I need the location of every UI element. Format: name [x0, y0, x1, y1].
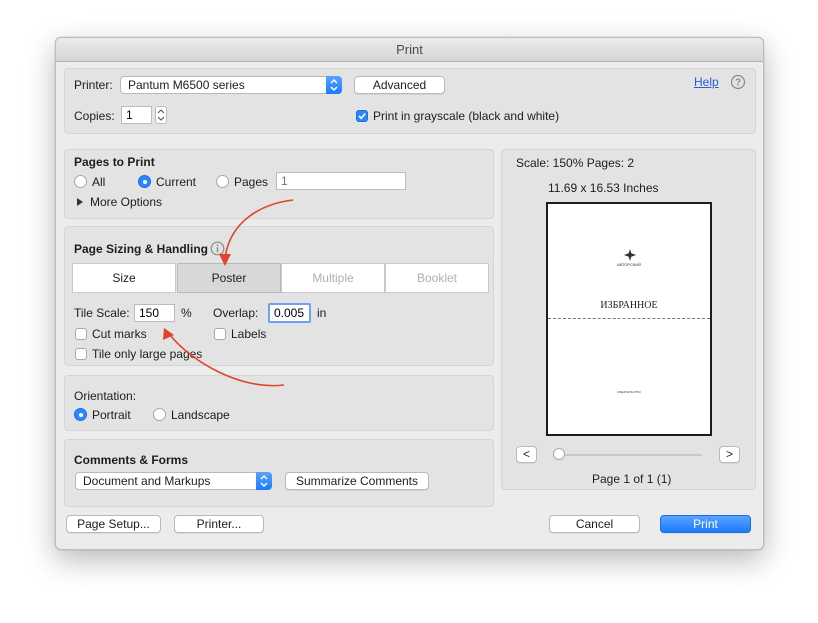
orientation-title: Orientation:	[74, 389, 137, 403]
pages-to-print-title: Pages to Print	[74, 155, 155, 169]
comments-forms-select[interactable]: Document and Markups	[75, 472, 272, 490]
preview-size-text: 11.69 x 16.53 Inches	[548, 181, 659, 195]
svg-text:?: ?	[735, 78, 741, 89]
print-dialog: Print Printer: Pantum M6500 series Advan…	[55, 37, 764, 550]
pages-range-label: Pages	[234, 175, 269, 189]
overlap-unit: in	[317, 306, 327, 320]
printer-select-value: Pantum M6500 series	[128, 78, 245, 92]
overlap-input[interactable]	[268, 303, 311, 323]
tile-only-large-label: Tile only large pages	[92, 347, 203, 361]
advanced-button[interactable]: Advanced	[354, 76, 445, 94]
printer-select[interactable]: Pantum M6500 series	[120, 76, 342, 94]
orientation-group	[64, 375, 494, 431]
disclosure-triangle-icon[interactable]	[76, 196, 84, 210]
tab-poster[interactable]: Poster	[177, 263, 281, 293]
pages-range-radio[interactable]	[216, 175, 229, 188]
preview-doc-footer: ИЗДАТЕЛЬСТВО	[617, 390, 641, 394]
prev-page-button[interactable]: <	[516, 446, 537, 463]
tile-scale-unit: %	[181, 306, 192, 320]
preview-scale-text: Scale: 150% Pages: 2	[516, 156, 635, 170]
comments-forms-select-value: Document and Markups	[83, 474, 211, 488]
overlap-label: Overlap:	[213, 306, 259, 320]
page-sizing-title: Page Sizing & Handling	[74, 242, 209, 256]
page-indicator: Page 1 of 1 (1)	[592, 472, 672, 486]
preview-doc-publisher: АВТОРСКИЙ	[616, 262, 642, 267]
print-button[interactable]: Print	[660, 515, 751, 533]
summarize-comments-button[interactable]: Summarize Comments	[285, 472, 429, 490]
printer-button[interactable]: Printer...	[174, 515, 264, 533]
preview-page: АВТОРСКИЙ ИЗБРАННОЕ ИЗДАТЕЛЬСТВО	[546, 202, 712, 436]
cut-marks-label: Cut marks	[92, 327, 147, 341]
grayscale-label: Print in grayscale (black and white)	[373, 109, 560, 123]
tab-booklet[interactable]: Booklet	[385, 263, 489, 293]
copies-field[interactable]	[121, 106, 152, 124]
printer-label: Printer:	[74, 78, 113, 92]
page-slider-track[interactable]	[556, 454, 702, 456]
pages-range-input[interactable]	[276, 172, 406, 190]
page-setup-button[interactable]: Page Setup...	[66, 515, 161, 533]
tile-scale-label: Tile Scale:	[74, 306, 130, 320]
chevron-updown-icon	[256, 472, 272, 490]
help-link[interactable]: Help	[694, 75, 719, 89]
chevron-updown-icon	[326, 76, 342, 94]
copies-label: Copies:	[74, 109, 115, 123]
portrait-label: Portrait	[92, 408, 131, 422]
copies-stepper[interactable]	[155, 106, 167, 124]
tab-multiple[interactable]: Multiple	[281, 263, 385, 293]
tab-size[interactable]: Size	[72, 263, 176, 293]
page-slider-knob[interactable]	[553, 448, 565, 460]
labels-label: Labels	[231, 327, 267, 341]
pages-all-label: All	[92, 175, 106, 189]
comments-forms-title: Comments & Forms	[74, 453, 189, 467]
labels-checkbox[interactable]	[214, 328, 226, 340]
more-options-label[interactable]: More Options	[90, 195, 162, 209]
tile-only-large-checkbox[interactable]	[75, 348, 87, 360]
next-page-button[interactable]: >	[719, 446, 740, 463]
cut-marks-checkbox[interactable]	[75, 328, 87, 340]
grayscale-checkbox[interactable]	[356, 110, 368, 122]
pages-current-radio[interactable]	[138, 175, 151, 188]
landscape-label: Landscape	[171, 408, 230, 422]
preview-doc-title: ИЗБРАННОЕ	[600, 300, 658, 311]
tile-scale-input[interactable]	[134, 304, 175, 322]
pages-current-label: Current	[156, 175, 197, 189]
tile-split-line	[548, 318, 710, 319]
pages-all-radio[interactable]	[74, 175, 87, 188]
window-title: Print	[56, 38, 763, 62]
cancel-button[interactable]: Cancel	[549, 515, 640, 533]
landscape-radio[interactable]	[153, 408, 166, 421]
help-icon[interactable]: ?	[730, 74, 746, 93]
info-icon[interactable]	[210, 241, 225, 259]
portrait-radio[interactable]	[74, 408, 87, 421]
